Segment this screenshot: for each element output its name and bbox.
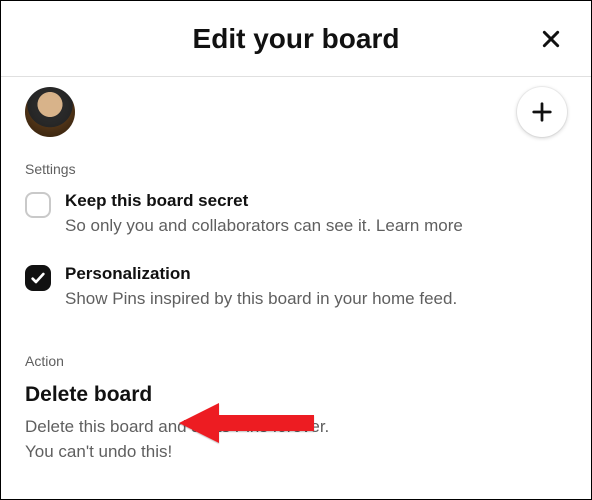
avatar[interactable] <box>25 87 75 137</box>
modal-header: Edit your board <box>1 1 591 77</box>
add-collaborator-button[interactable] <box>517 87 567 137</box>
secret-text: Keep this board secret So only you and c… <box>65 191 567 238</box>
collaborators-row <box>1 77 591 151</box>
delete-desc: Delete this board and all its Pins forev… <box>25 415 567 464</box>
settings-section: Settings Keep this board secret So only … <box>1 151 591 311</box>
personalization-desc: Show Pins inspired by this board in your… <box>65 288 567 311</box>
delete-board-button[interactable]: Delete board <box>25 383 152 407</box>
personalization-text: Personalization Show Pins inspired by th… <box>65 264 567 311</box>
secret-title: Keep this board secret <box>65 191 567 211</box>
secret-checkbox[interactable] <box>25 192 51 218</box>
personalization-checkbox[interactable] <box>25 265 51 291</box>
page-title: Edit your board <box>193 23 400 55</box>
action-label: Action <box>25 353 567 369</box>
close-button[interactable] <box>531 19 571 59</box>
check-icon <box>30 270 46 286</box>
personalization-title: Personalization <box>65 264 567 284</box>
secret-desc: So only you and collaborators can see it… <box>65 215 567 238</box>
plus-icon <box>531 101 553 123</box>
secret-option-row: Keep this board secret So only you and c… <box>25 191 567 238</box>
learn-more-link[interactable]: Learn more <box>376 216 463 235</box>
action-section: Action Delete board Delete this board an… <box>1 337 591 464</box>
close-icon <box>541 29 561 49</box>
personalization-option-row: Personalization Show Pins inspired by th… <box>25 264 567 311</box>
settings-label: Settings <box>25 161 567 177</box>
